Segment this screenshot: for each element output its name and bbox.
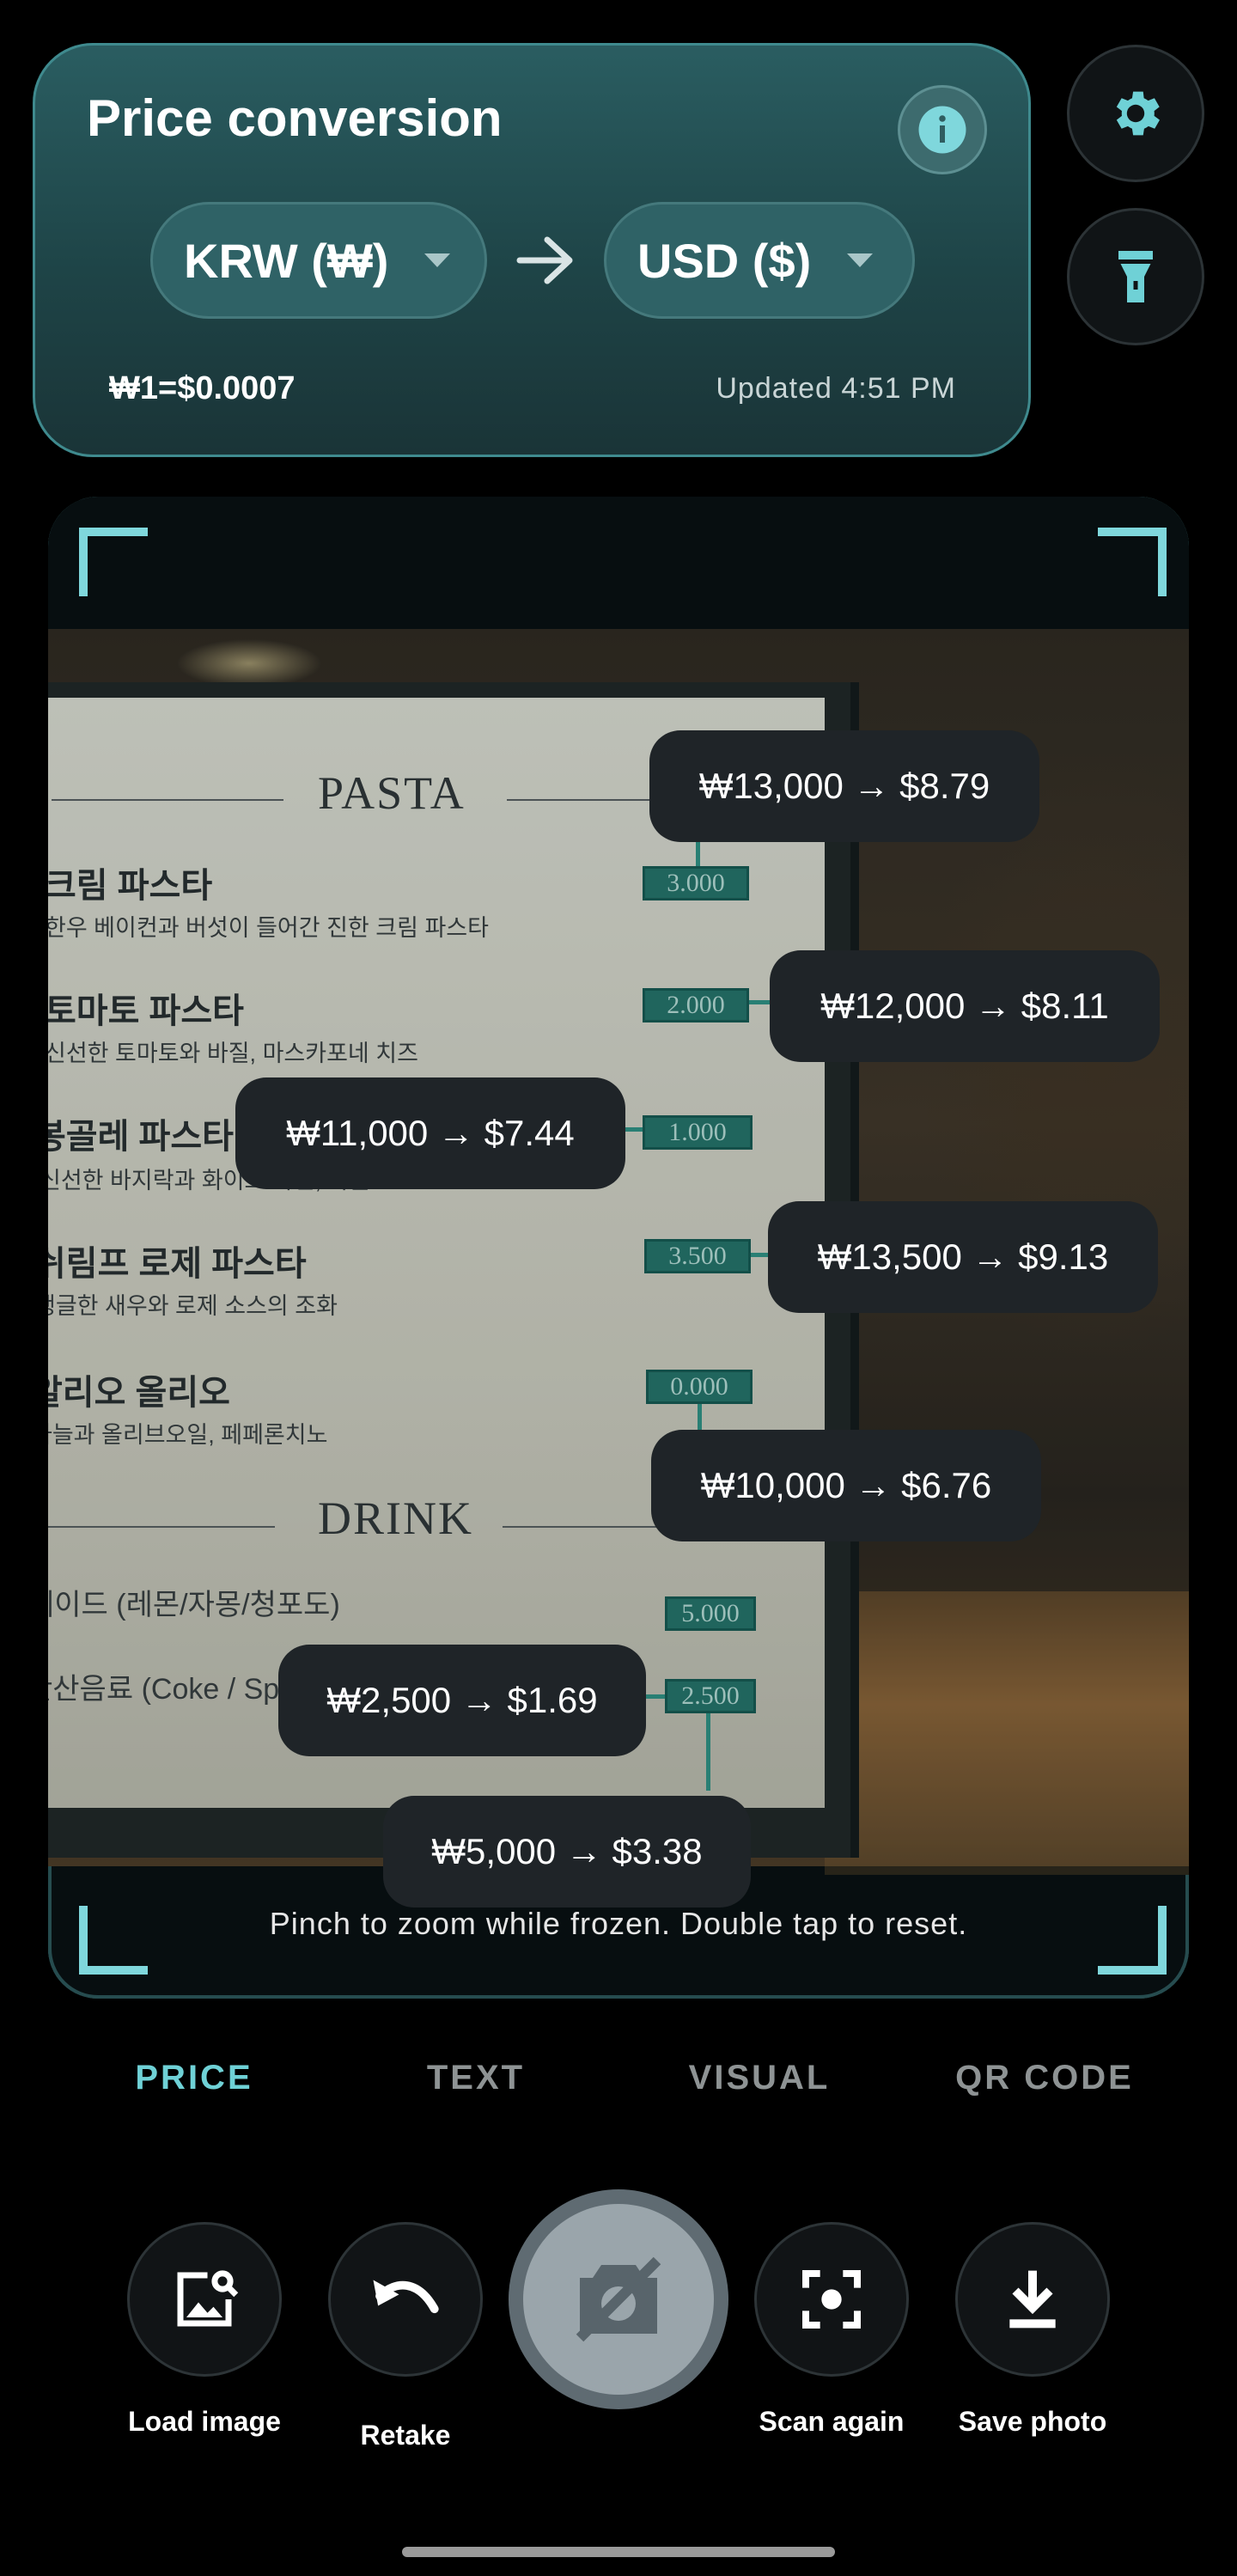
price-conversion-card: Price conversion KRW (₩) USD ($) ₩1=$0.0…: [33, 43, 1031, 457]
shutter-button[interactable]: [509, 2189, 728, 2409]
info-button[interactable]: [898, 85, 987, 174]
menu-drink-name: 에이드 (레몬/자몽/청포도): [48, 1589, 340, 1621]
menu-item-desc: 탱글한 새우와 로제 소스의 조화: [48, 1293, 338, 1319]
tab-qr-code[interactable]: QR CODE: [933, 2059, 1156, 2097]
info-icon: [918, 106, 966, 154]
gear-icon: [1116, 91, 1160, 136]
conversion-chip[interactable]: ₩2,500 → $1.69: [278, 1645, 646, 1756]
scan-corner-top-left: [79, 528, 148, 596]
settings-button[interactable]: [1067, 45, 1204, 182]
menu-item-name: 크림 파스타: [48, 867, 213, 905]
scan-again-button[interactable]: [754, 2222, 909, 2377]
tab-visual[interactable]: VISUAL: [648, 2059, 871, 2097]
load-image-button[interactable]: [127, 2222, 282, 2377]
conversion-chip[interactable]: ₩11,000 → $7.44: [235, 1077, 625, 1189]
menu-price-tag: 2.500: [665, 1679, 756, 1713]
flashlight-icon: [1118, 251, 1153, 302]
menu-section-pasta: PASTA: [318, 767, 466, 819]
updated-time: Updated 4:51 PM: [716, 372, 956, 405]
undo-icon: [373, 2280, 439, 2314]
menu-item-name: 봉골레 파스타: [48, 1118, 234, 1156]
exchange-rate: ₩1=$0.0007: [109, 370, 296, 406]
to-currency-select[interactable]: USD ($): [604, 202, 915, 319]
to-currency-label: USD ($): [637, 233, 812, 288]
menu-item-name: 알리오 올리오: [48, 1374, 230, 1412]
conversion-chip[interactable]: ₩10,000 → $6.76: [651, 1430, 1041, 1541]
conversion-chip[interactable]: ₩13,000 → $8.79: [649, 730, 1039, 842]
image-search-icon: [177, 2270, 239, 2327]
camera-off-icon: [576, 2256, 661, 2342]
scan-again-label: Scan again: [759, 2406, 905, 2437]
from-currency-label: KRW (₩): [184, 233, 389, 288]
menu-price-tag: 0.000: [646, 1370, 753, 1404]
menu-item-name: 토마토 파스타: [48, 992, 244, 1030]
from-currency-select[interactable]: KRW (₩): [150, 202, 487, 319]
chevron-down-icon: [847, 253, 874, 267]
arrow-right-icon: [516, 236, 573, 284]
scan-focus-icon: [802, 2270, 861, 2329]
menu-item-name: 쉬림프 로제 파스타: [48, 1245, 307, 1283]
save-photo-button[interactable]: [955, 2222, 1110, 2377]
conversion-chip[interactable]: ₩13,500 → $9.13: [768, 1201, 1158, 1313]
menu-price-tag: 1.000: [643, 1115, 753, 1150]
menu-item-desc: 한우 베이컨과 버섯이 들어간 진한 크림 파스타: [48, 915, 489, 941]
conversion-chip[interactable]: ₩5,000 → $3.38: [383, 1796, 751, 1908]
zoom-hint: Pinch to zoom while frozen. Double tap t…: [269, 1906, 968, 1941]
chevron-down-icon: [424, 253, 451, 267]
menu-section-drink: DRINK: [318, 1492, 473, 1544]
home-indicator[interactable]: [402, 2547, 835, 2557]
save-photo-label: Save photo: [958, 2406, 1107, 2437]
flashlight-button[interactable]: [1067, 208, 1204, 345]
menu-item-desc: 신선한 토마토와 바질, 마스카포네 치즈: [48, 1041, 418, 1066]
menu-price-tag: 5.000: [665, 1596, 756, 1631]
conversion-chip[interactable]: ₩12,000 → $8.11: [770, 950, 1160, 1062]
retake-button[interactable]: [328, 2222, 483, 2377]
menu-price-tag: 2.000: [643, 988, 749, 1022]
scan-corner-top-right: [1098, 528, 1167, 596]
menu-price-tag: 3.000: [643, 866, 749, 900]
load-image-label: Load image: [128, 2406, 281, 2437]
menu-item-desc: 마늘과 올리브오일, 페페론치노: [48, 1422, 328, 1448]
retake-label: Retake: [360, 2420, 451, 2451]
tab-text[interactable]: TEXT: [364, 2059, 588, 2097]
menu-price-tag: 3.500: [644, 1239, 751, 1273]
download-icon: [1009, 2270, 1056, 2329]
tab-price[interactable]: PRICE: [82, 2059, 306, 2097]
card-title: Price conversion: [87, 89, 503, 147]
